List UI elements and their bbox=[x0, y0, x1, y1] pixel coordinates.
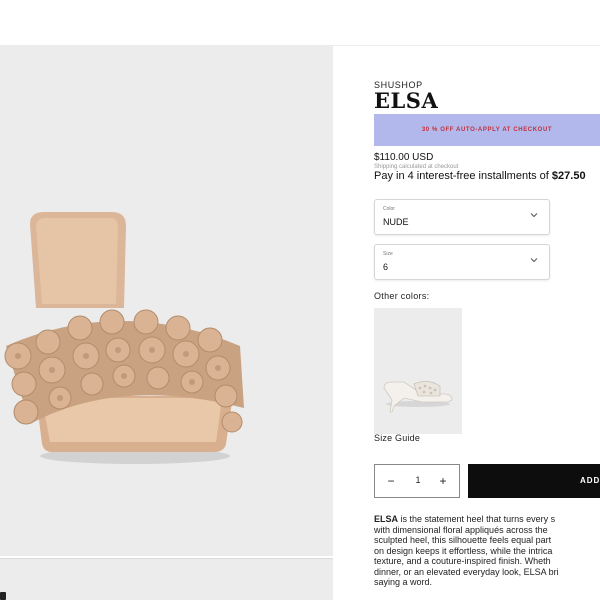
other-colors-label: Other colors: bbox=[374, 291, 430, 301]
size-select[interactable]: Size 6 bbox=[374, 244, 550, 280]
size-select-label: Size bbox=[383, 251, 393, 257]
gallery-thumbnail-strip bbox=[0, 558, 333, 600]
add-to-cart-button[interactable]: ADD bbox=[468, 464, 600, 498]
installments-message: Pay in 4 interest-free installments of $… bbox=[374, 170, 586, 182]
description-line: texture, and a couture-inspired finish. … bbox=[374, 556, 551, 566]
product-price: $110.00 USD bbox=[374, 152, 434, 163]
description-line: saying a word. bbox=[374, 577, 433, 587]
promo-banner: 30 % OFF AUTO-APPLY AT CHECKOUT bbox=[374, 114, 600, 146]
description-text: is the statement heel that turns every s bbox=[398, 514, 556, 524]
swatch-shoe-image bbox=[383, 381, 453, 413]
description-product-name: ELSA bbox=[374, 514, 399, 524]
chevron-down-icon bbox=[530, 213, 538, 218]
promo-text: 30 % OFF AUTO-APPLY AT CHECKOUT bbox=[421, 127, 553, 133]
quantity-stepper: − 1 + bbox=[374, 464, 460, 498]
color-select[interactable]: Color NUDE bbox=[374, 199, 550, 235]
product-info-panel: SHUSHOP ELSA 30 % OFF AUTO-APPLY AT CHEC… bbox=[374, 0, 600, 600]
description-line: on design keeps it effortless, while the… bbox=[374, 545, 553, 556]
cursor-icon bbox=[0, 592, 6, 600]
installments-amount: $27.50 bbox=[551, 170, 586, 182]
color-select-label: Color bbox=[383, 206, 395, 212]
size-select-value: 6 bbox=[383, 262, 389, 272]
quantity-value[interactable]: 1 bbox=[411, 475, 425, 485]
color-select-value: NUDE bbox=[383, 217, 409, 227]
installments-text: Pay in 4 interest-free installments of bbox=[374, 170, 552, 182]
product-image[interactable] bbox=[0, 46, 333, 556]
chevron-down-icon bbox=[530, 258, 538, 263]
plus-icon[interactable]: + bbox=[435, 473, 451, 489]
size-guide-link[interactable]: Size Guide bbox=[374, 433, 420, 443]
add-to-cart-label: ADD bbox=[580, 476, 600, 485]
minus-icon[interactable]: − bbox=[383, 473, 399, 489]
description-line: dinner, or an elevated everyday look, EL… bbox=[374, 566, 559, 577]
product-title: ELSA bbox=[374, 88, 439, 113]
product-photo bbox=[4, 212, 244, 464]
other-color-swatch[interactable] bbox=[374, 308, 462, 434]
description-line: with dimensional floral appliqués across… bbox=[374, 524, 548, 535]
description-line: ELSA is the statement heel that turns ev… bbox=[374, 514, 600, 525]
description-line: sculpted heel, this silhouette feels equ… bbox=[374, 535, 552, 545]
product-description: ELSA is the statement heel that turns ev… bbox=[374, 514, 600, 588]
